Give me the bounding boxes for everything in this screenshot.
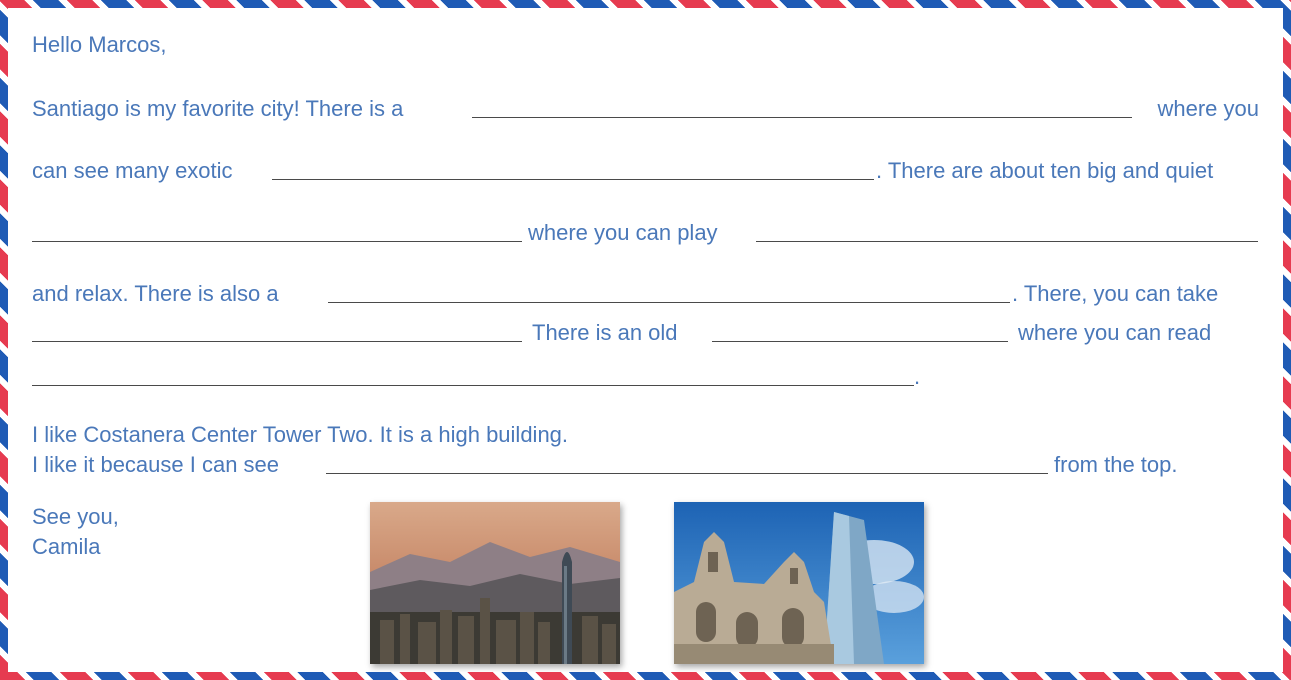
signature: Camila (32, 534, 101, 559)
blank-6[interactable] (32, 341, 522, 342)
blank-7[interactable] (712, 341, 1008, 342)
line4-text-b: . There, you can take (1012, 281, 1219, 306)
blank-5[interactable] (328, 302, 1010, 303)
blank-3[interactable] (32, 241, 522, 242)
blank-2[interactable] (272, 179, 874, 180)
letter-paper: Hello Marcos, Santiago is my favorite ci… (8, 8, 1283, 672)
cathedral-photo (674, 502, 924, 664)
airmail-border: Hello Marcos, Santiago is my favorite ci… (0, 0, 1291, 680)
line5-text-b: where you can read (1018, 320, 1212, 345)
blank-1[interactable] (472, 117, 1132, 118)
line6-text-a: . (914, 364, 921, 389)
blank-4[interactable] (756, 241, 1258, 242)
line2-text-a: can see many exotic (32, 158, 233, 183)
line2-text-b: . There are about ten big and quiet (876, 158, 1214, 183)
line3-text-a: where you can play (528, 220, 718, 245)
line1-text-b: where you (1157, 96, 1259, 121)
line4-text-a: and relax. There is also a (32, 281, 279, 306)
closing: See you, (32, 504, 119, 529)
line7-text: I like Costanera Center Tower Two. It is… (32, 422, 569, 447)
line5-text-a: There is an old (532, 320, 678, 345)
line1-text-a: Santiago is my favorite city! There is a (32, 96, 404, 121)
santiago-skyline-photo (370, 502, 620, 664)
greeting: Hello Marcos, (32, 32, 167, 57)
blank-8[interactable] (32, 385, 914, 386)
blank-9[interactable] (326, 473, 1048, 474)
line8-text-a: I like it because I can see (32, 452, 280, 477)
line8-text-b: from the top. (1054, 452, 1178, 477)
